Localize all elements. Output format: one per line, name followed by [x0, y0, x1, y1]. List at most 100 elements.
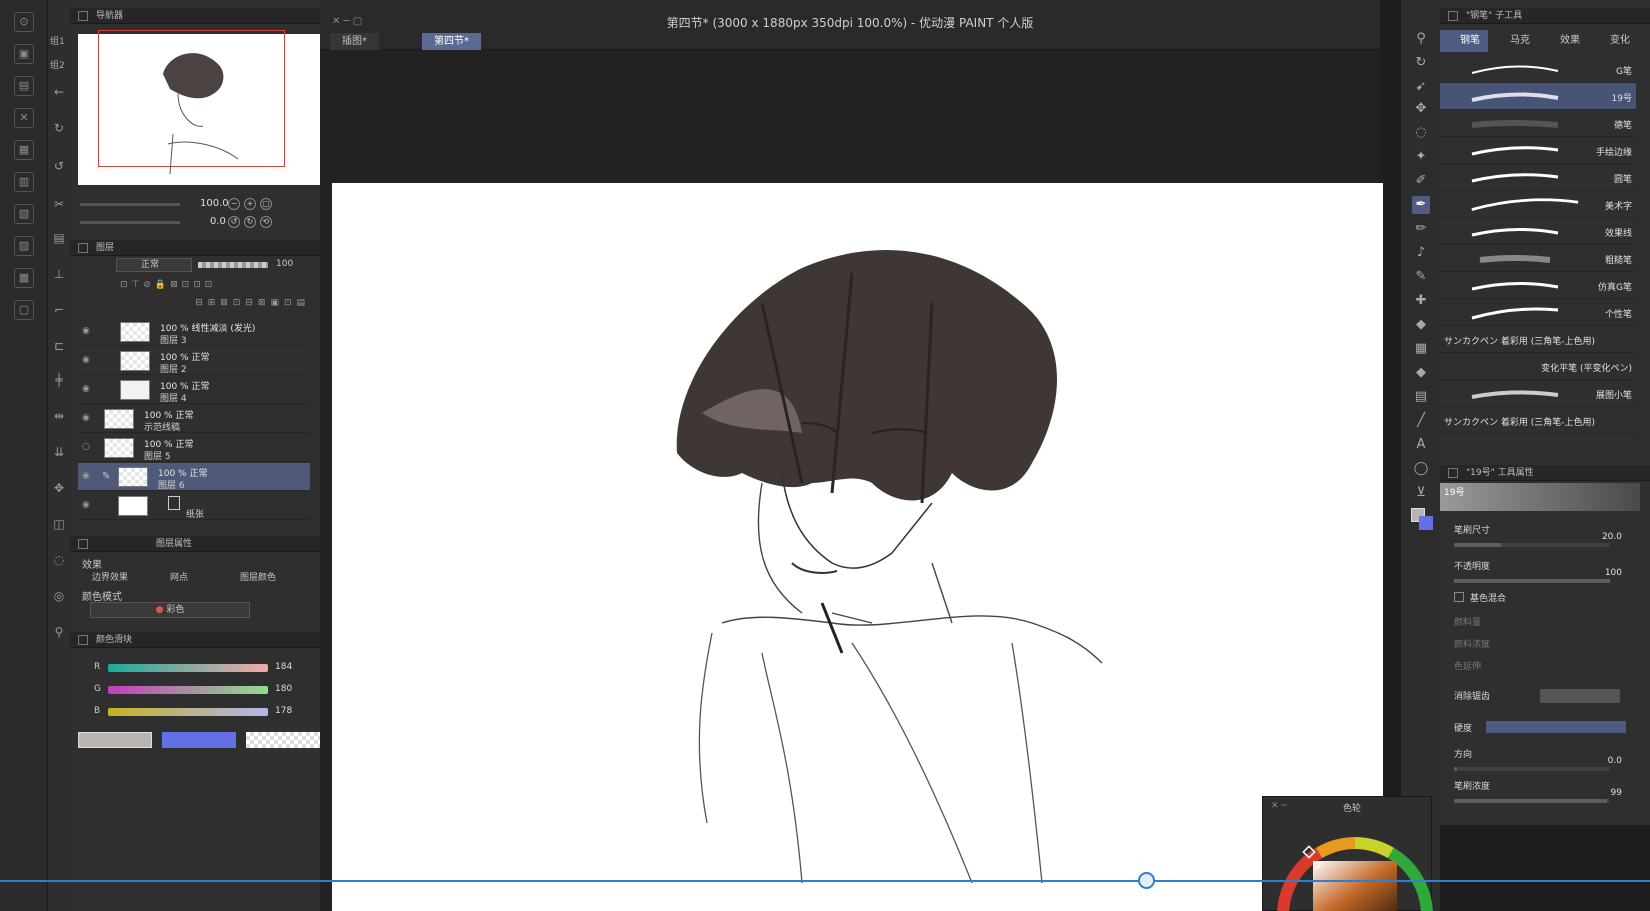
brush-item-13[interactable]: サンカクペン 着彩用 (三角笔-上色用) — [1440, 407, 1636, 434]
balloon-tool-icon[interactable]: ◯ — [1412, 460, 1430, 478]
eyedropper-icon[interactable]: ✐ — [1412, 172, 1430, 190]
layer-visibility-icon[interactable]: ◉ — [82, 326, 90, 336]
prop-slider[interactable] — [1454, 799, 1610, 803]
color-g-slider[interactable] — [108, 686, 268, 694]
ruler-icon[interactable]: ⊏ — [51, 338, 67, 354]
grid-icon[interactable]: ╪ — [51, 372, 67, 388]
layer-row-6[interactable]: ◉ 纸张 — [78, 492, 310, 520]
prop-brush-density[interactable]: 笔刷浓度 99 — [1440, 777, 1650, 809]
rotate-tool-icon[interactable]: ↻ — [1412, 54, 1430, 72]
color-wheel[interactable] — [1275, 815, 1435, 911]
operation-tool-icon[interactable]: ➹ — [1412, 78, 1430, 96]
rotate-reset-icon[interactable]: ⟲ — [260, 216, 272, 228]
effect-tone-button[interactable]: 网点 — [170, 570, 188, 583]
prop-direction[interactable]: 方向 0.0 — [1440, 745, 1650, 777]
layer-visibility-icon[interactable]: ◉ — [82, 500, 90, 510]
opacity-slider[interactable] — [198, 262, 268, 268]
layer-row-5[interactable]: ◉ ✎ 100 % 正常 图层 6 — [78, 463, 310, 491]
brush-item-1[interactable]: 19号 — [1440, 83, 1636, 110]
scissors-icon[interactable]: ✂ — [51, 196, 67, 212]
panel-icon[interactable]: ▦ — [14, 140, 34, 160]
zoom-in-icon[interactable]: + — [244, 198, 256, 210]
sub-tool-tab-pen[interactable]: 钢笔 — [1440, 30, 1488, 52]
brush-item-10[interactable]: サンカクペン 着彩用 (三角笔-上色用) — [1440, 326, 1636, 353]
blend-icon[interactable]: ◎ — [51, 588, 67, 604]
layer-visibility-icon[interactable]: ◉ — [82, 384, 90, 394]
rotate-right-icon[interactable]: ↻ — [244, 216, 256, 228]
flip-icon[interactable]: ⇹ — [51, 408, 67, 424]
brush-item-7[interactable]: 粗糙笔 — [1440, 245, 1636, 272]
close-box-icon[interactable]: ✕ — [14, 108, 34, 128]
panel-icon-4[interactable]: ▨ — [14, 236, 34, 256]
rotate-icon[interactable]: ↺ — [51, 158, 67, 174]
tab-illustration[interactable]: 插图* — [330, 33, 379, 50]
fill-tool-icon[interactable]: ◆ — [1412, 364, 1430, 382]
prop-slider[interactable] — [1454, 579, 1610, 583]
brush-item-11[interactable]: 变化平笔 (平变化ペン) — [1440, 353, 1636, 380]
hardness-selector[interactable] — [1486, 721, 1626, 733]
panel-icon-2[interactable]: ▥ — [14, 172, 34, 192]
prop-checkbox[interactable] — [1454, 592, 1464, 602]
color-wheel-close-icon[interactable]: ✕ ─ — [1271, 801, 1287, 811]
lasso-tool-icon[interactable]: ◌ — [1412, 124, 1430, 142]
layer-visibility-icon[interactable]: ◉ — [82, 355, 90, 365]
lasso-icon[interactable]: ◌ — [51, 552, 67, 568]
zoom-slider[interactable] — [80, 203, 180, 206]
move-icon[interactable]: ✥ — [51, 480, 67, 496]
layer-row-1[interactable]: ◉ 100 % 正常 图层 2 — [78, 347, 310, 375]
zoom-fit-icon[interactable]: ▢ — [260, 198, 272, 210]
frame-icon[interactable]: ▣ — [14, 44, 34, 64]
layer-row-3[interactable]: ◉ 100 % 正常 示范线稿 — [78, 405, 310, 433]
sub-tool-tab-effect[interactable]: 效果 — [1540, 30, 1588, 52]
transparent-color-swatch[interactable] — [246, 732, 320, 748]
brush-item-12[interactable]: 展图小笔 — [1440, 380, 1636, 407]
zoom-out-icon[interactable]: − — [228, 198, 240, 210]
layer-row-2[interactable]: ◉ 100 % 正常 图层 4 — [78, 376, 310, 404]
layer-visibility-icon[interactable]: ◉ — [82, 413, 90, 423]
layer-lock-toolbar[interactable]: ⊡⊤⊘🔒⊠⊡⊡⊡ — [120, 280, 310, 292]
brush-item-6[interactable]: 效果线 — [1440, 218, 1636, 245]
sub-tool-tab-variation[interactable]: 变化 — [1590, 30, 1646, 52]
brush-item-9[interactable]: 个性笔 — [1440, 299, 1636, 326]
brush-item-8[interactable]: 仿真G笔 — [1440, 272, 1636, 299]
playback-timeline[interactable] — [0, 880, 1650, 882]
sub-color-chip[interactable] — [1419, 516, 1433, 530]
blend-tool-icon[interactable]: ▦ — [1412, 340, 1430, 358]
layer-row-0[interactable]: ◉ 100 % 线性减淡 (发光) 图层 3 — [78, 318, 310, 346]
zoom-icon[interactable]: ⊙ — [14, 12, 34, 32]
pen-tool-icon[interactable]: ✒ — [1412, 196, 1430, 214]
frame-icon-2[interactable]: ▤ — [14, 76, 34, 96]
prop-slider[interactable] — [1454, 543, 1610, 547]
brush-item-5[interactable]: 美术字 — [1440, 191, 1636, 218]
line-tool-icon[interactable]: ╱ — [1412, 412, 1430, 430]
magic-wand-icon[interactable]: ✦ — [1412, 148, 1430, 166]
blend-mode-select[interactable]: 正常 — [116, 258, 192, 272]
align-icon[interactable]: ⇊ — [51, 444, 67, 460]
drawing-paper[interactable] — [332, 183, 1383, 911]
pencil-tool-icon[interactable]: ✏ — [1412, 220, 1430, 238]
layer-visibility-icon[interactable]: ○ — [82, 442, 90, 452]
playback-handle[interactable] — [1138, 872, 1155, 889]
prop-brush-size[interactable]: 笔刷尺寸 20.0 — [1440, 521, 1650, 553]
layer-action-toolbar[interactable]: ⊟⊞⊠⊡⊟⊠▣⊡▤ — [80, 298, 310, 312]
brush-item-3[interactable]: 手绘边缘 — [1440, 137, 1636, 164]
correct-line-tool-icon[interactable]: ⊻ — [1412, 484, 1430, 502]
prop-slider[interactable] — [1454, 767, 1610, 771]
pin-icon[interactable]: ⊥ — [51, 266, 67, 282]
color-b-slider[interactable] — [108, 708, 268, 716]
layer-row-4[interactable]: ○ 100 % 正常 图层 5 — [78, 434, 310, 462]
select-icon[interactable]: ◫ — [51, 516, 67, 532]
airbrush-tool-icon[interactable]: ✎ — [1412, 268, 1430, 286]
decoration-tool-icon[interactable]: ✚ — [1412, 292, 1430, 310]
search-icon[interactable]: ⚲ — [51, 624, 67, 640]
document-icon[interactable]: ▤ — [51, 230, 67, 246]
panel-icon-5[interactable]: ▩ — [14, 268, 34, 288]
panel-icon-6[interactable]: ▢ — [14, 300, 34, 320]
layer-visibility-icon[interactable]: ◉ — [82, 471, 90, 481]
anti-alias-selector[interactable] — [1540, 689, 1620, 703]
brush-item-2[interactable]: 德笔 — [1440, 110, 1636, 137]
tab-section-four[interactable]: 第四节* — [422, 33, 481, 50]
effect-border-button[interactable]: 边界效果 — [92, 570, 128, 583]
brush-item-0[interactable]: G笔 — [1440, 56, 1636, 83]
rotate-left-icon[interactable]: ↺ — [228, 216, 240, 228]
